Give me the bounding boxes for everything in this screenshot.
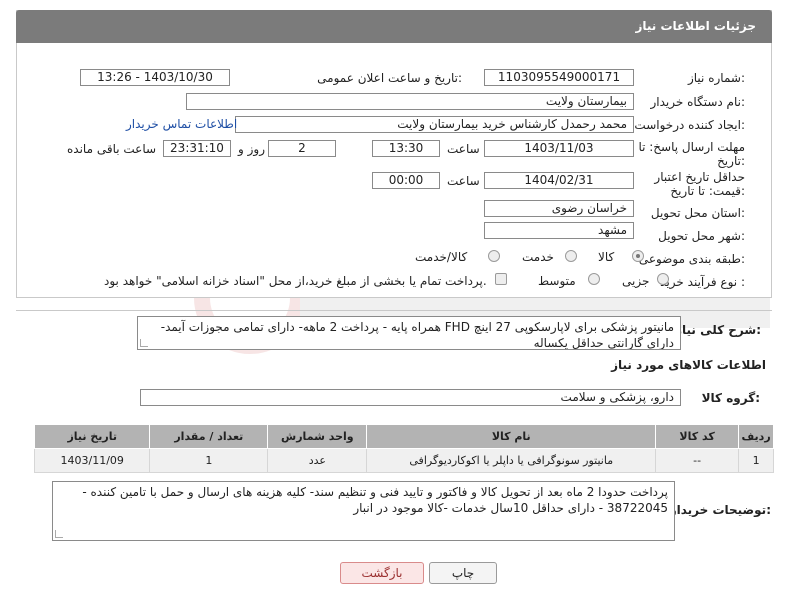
category-radio-goods[interactable] [632,250,644,262]
col-row: ردیف [738,424,774,449]
cell-name: مانیتور سونوگرافی یا داپلر یا اکوکاردیوگ… [366,448,657,473]
col-quantity: تعداد / مقدار [149,424,269,449]
col-name: نام کالا [366,424,657,449]
back-button[interactable]: بازگشت [340,562,424,584]
goods-table: ردیف کد کالا نام کالا واحد شمارش تعداد /… [33,424,774,473]
province-label: استان محل تحویل: [650,206,745,220]
validity-hour-label: ساعت [447,174,480,188]
category-label: طبقه بندی موضوعی: [638,252,745,266]
goods-table-header-row: ردیف کد کالا نام کالا واحد شمارش تعداد /… [33,424,774,449]
validity-label: حداقل تاریخ اعتبار قیمت: تا تاریخ: [654,170,745,198]
announce-label: تاریخ و ساعت اعلان عمومی: [317,71,462,85]
col-code: کد کالا [655,424,740,449]
cell-code: -- [655,448,740,473]
goods-group-label: گروه کالا: [701,391,760,405]
process-option-minor: جزیی [622,274,650,288]
deadline-hour-field[interactable]: 13:30 [372,140,440,157]
panel-title: جزئیات اطلاعات نیاز [635,19,756,33]
category-option-goods: کالا [598,250,615,264]
days-field[interactable]: 2 [268,140,336,157]
table-row[interactable]: 1 -- مانیتور سونوگرافی یا داپلر یا اکوکا… [33,448,774,473]
cell-need-date: 1403/11/09 [33,448,151,473]
process-option-medium: متوسط [538,274,576,288]
buyer-notes-label: توضیحات خریدار: [669,503,771,517]
panel-header: جزئیات اطلاعات نیاز [16,10,772,43]
cell-row: 1 [738,448,774,473]
announce-field[interactable]: 1403/10/30 - 13:26 [80,69,230,86]
description-text: مانیتور پزشکی برای لاپارسکوپی 27 اینچ FH… [160,320,674,350]
province-field[interactable]: خراسان رضوی [484,200,634,217]
process-radio-medium[interactable] [588,273,600,285]
deadline-hour-label: ساعت [447,142,480,156]
treasury-checkbox[interactable] [495,273,507,285]
goods-group-field[interactable]: دارو، پزشکی و سلامت [140,389,681,406]
category-option-service: خدمت [522,250,554,264]
print-button[interactable]: چاپ [429,562,497,584]
deadline-date-field[interactable]: 1403/11/03 [484,140,634,157]
need-number-field[interactable]: 1103095549000171 [484,69,634,86]
description-label: شرح کلی نیاز: [675,323,761,337]
buyer-org-field[interactable]: بیمارستان ولایت [186,93,634,110]
need-number-label: شماره نیاز: [687,71,745,85]
category-radio-goods-service[interactable] [488,250,500,262]
creator-field[interactable]: محمد رحمدل کارشناس خرید بیمارستان ولایت [235,116,634,133]
col-need-date: تاریخ نیاز [33,424,151,449]
cell-unit: عدد [267,448,368,473]
buyer-contact-link[interactable]: اطلاعات تماس خریدار [126,117,237,131]
process-label: نوع فرآیند خرید : [660,275,745,289]
creator-label: ایجاد کننده درخواست: [634,118,745,132]
deadline-label: مهلت ارسال پاسخ: تا تاریخ: [638,140,745,168]
category-radio-service[interactable] [565,250,577,262]
remaining-time-field[interactable]: 23:31:10 [163,140,231,157]
description-textarea[interactable]: مانیتور پزشکی برای لاپارسکوپی 27 اینچ FH… [137,316,681,350]
buyer-org-label: نام دستگاه خریدار: [650,95,746,109]
resize-grip-icon[interactable] [55,530,63,538]
city-label: شهر محل تحویل: [658,229,745,243]
process-radio-minor[interactable] [657,273,669,285]
section-divider [16,310,772,311]
remaining-label: ساعت باقی مانده [67,142,157,156]
buyer-notes-text: پرداخت حدودا 2 ماه بعد از تحویل کالا و ف… [82,485,668,515]
payment-note: پرداخت تمام یا بخشی از مبلغ خرید،از محل … [104,274,487,288]
validity-date-field[interactable]: 1404/02/31 [484,172,634,189]
buyer-notes-textarea[interactable]: پرداخت حدودا 2 ماه بعد از تحویل کالا و ف… [52,481,675,541]
col-unit: واحد شمارش [267,424,368,449]
cell-quantity: 1 [149,448,269,473]
city-field[interactable]: مشهد [484,222,634,239]
category-option-goods-service: کالا/خدمت [415,250,468,264]
days-label: روز و [238,142,265,156]
resize-grip-icon[interactable] [140,339,148,347]
goods-section-title: اطلاعات کالاهای مورد نیاز [611,358,766,372]
validity-hour-field[interactable]: 00:00 [372,172,440,189]
